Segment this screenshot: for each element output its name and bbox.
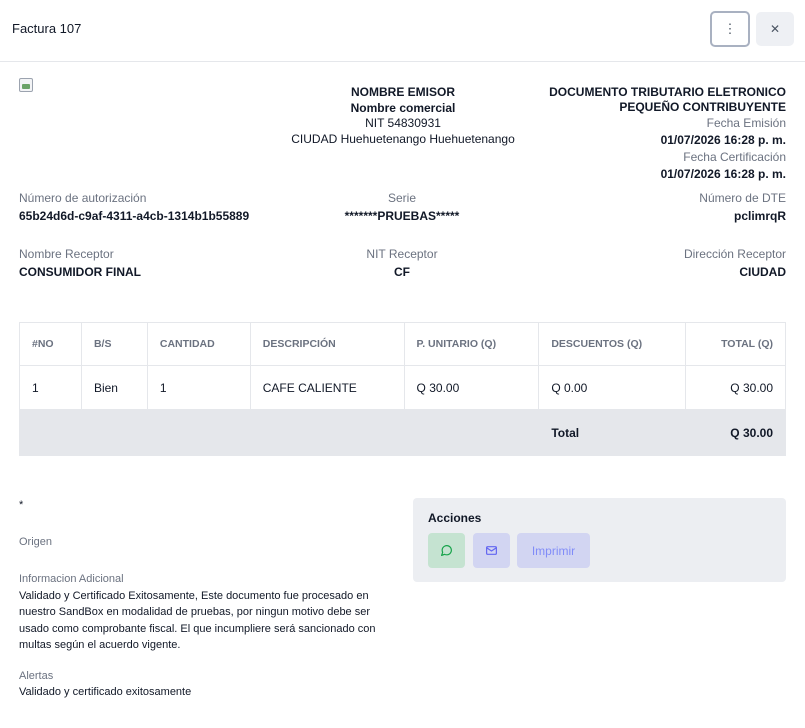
required-asterisk: * [19, 499, 24, 511]
fecha-emision-label: Fecha Emisión [706, 116, 786, 130]
total-value: Q 30.00 [685, 409, 786, 456]
mail-icon [486, 546, 497, 555]
column-header: DESCRIPCIÓN [249, 322, 405, 366]
document-type-2: PEQUEÑO CONTRIBUYENTE [619, 100, 786, 114]
close-icon: ✕ [769, 22, 781, 36]
acciones-title: Acciones [428, 511, 482, 525]
info-adicional-label: Informacion Adicional [19, 573, 124, 585]
autorizacion-field: Número de autorización 65b24d6d-c9af-431… [19, 189, 249, 225]
modal-title: Factura 107 [12, 21, 82, 36]
receptor-field: Nombre Receptor CONSUMIDOR FINAL [19, 245, 141, 281]
info-adicional-text: Validado y Certificado Exitosamente, Est… [19, 589, 376, 652]
direccion-value: CIUDAD [739, 265, 786, 279]
autorizacion-value: 65b24d6d-c9af-4311-a4cb-1314b1b55889 [19, 209, 250, 223]
email-button[interactable] [473, 533, 510, 568]
dte-value: pclimrqR [733, 209, 786, 223]
column-header: P. UNITARIO (Q) [403, 322, 540, 366]
kebab-menu-icon: ⋮ [723, 21, 737, 36]
serie-field: Serie *******PRUEBAS***** [302, 189, 502, 225]
serie-value: *******PRUEBAS***** [344, 209, 460, 223]
autorizacion-label: Número de autorización [19, 191, 147, 205]
cell-descuentos: Q 0.00 [538, 365, 687, 410]
acciones-panel: Acciones Imprimir [413, 498, 786, 582]
close-button[interactable]: ✕ [756, 12, 794, 46]
column-header: #NO [19, 322, 82, 366]
fecha-certificacion-label: Fecha Certificación [683, 150, 786, 164]
fecha-certificacion-value: 01/07/2026 16:28 p. m. [660, 167, 786, 181]
cell-no: 1 [19, 365, 82, 410]
table-total-row: Total Q 30.00 [18, 409, 786, 456]
broken-image-icon [19, 78, 33, 92]
modal-header: Factura 107 ⋮ ✕ [0, 0, 805, 62]
cell-descripcion: CAFE CALIENTE [249, 365, 405, 410]
column-header: CANTIDAD [146, 322, 251, 366]
nit-receptor-value: CF [394, 265, 410, 279]
alertas-text: Validado y certificado exitosamente [19, 686, 192, 698]
more-options-button[interactable]: ⋮ [710, 11, 750, 47]
receptor-row: Nombre Receptor CONSUMIDOR FINAL NIT Rec… [19, 245, 786, 281]
cell-total: Q 30.00 [685, 365, 786, 410]
print-button[interactable]: Imprimir [517, 533, 590, 568]
authorization-row: Número de autorización 65b24d6d-c9af-431… [19, 189, 786, 225]
table-row: 1 Bien 1 CAFE CALIENTE Q 30.00 Q 0.00 Q … [19, 365, 786, 410]
nit-receptor-label: NIT Receptor [366, 247, 438, 261]
receptor-value: CONSUMIDOR FINAL [19, 265, 141, 279]
whatsapp-button[interactable] [428, 533, 465, 568]
dte-field: Número de DTE pclimrqR [699, 189, 786, 225]
direccion-field: Dirección Receptor CIUDAD [684, 245, 786, 281]
total-label: Total [538, 409, 687, 456]
fecha-emision-value: 01/07/2026 16:28 p. m. [660, 133, 786, 147]
nit-receptor-field: NIT Receptor CF [302, 245, 502, 281]
total-spacer [18, 409, 540, 456]
document-info-block: DOCUMENTO TRIBUTARIO ELETRONICO PEQUEÑO … [486, 85, 786, 183]
cell-cantidad: 1 [146, 365, 251, 410]
document-type-1: DOCUMENTO TRIBUTARIO ELETRONICO [549, 85, 786, 99]
table-header-row: #NO B/S CANTIDAD DESCRIPCIÓN P. UNITARIO… [19, 322, 786, 366]
direccion-label: Dirección Receptor [683, 247, 786, 261]
dte-label: Número de DTE [699, 191, 786, 205]
alertas-label: Alertas [19, 669, 54, 682]
column-header: TOTAL (Q) [685, 322, 786, 366]
notes-block: * Origen Informacion Adicional Validado … [19, 497, 379, 701]
cell-bs: Bien [80, 365, 148, 410]
receptor-label: Nombre Receptor [19, 247, 114, 261]
column-header: DESCUENTOS (Q) [538, 322, 687, 366]
origen-label: Origen [19, 535, 53, 548]
whatsapp-icon [441, 545, 452, 556]
column-header: B/S [80, 322, 148, 366]
cell-precio-unitario: Q 30.00 [403, 365, 540, 410]
items-table: #NO B/S CANTIDAD DESCRIPCIÓN P. UNITARIO… [18, 322, 786, 456]
serie-label: Serie [387, 191, 416, 205]
